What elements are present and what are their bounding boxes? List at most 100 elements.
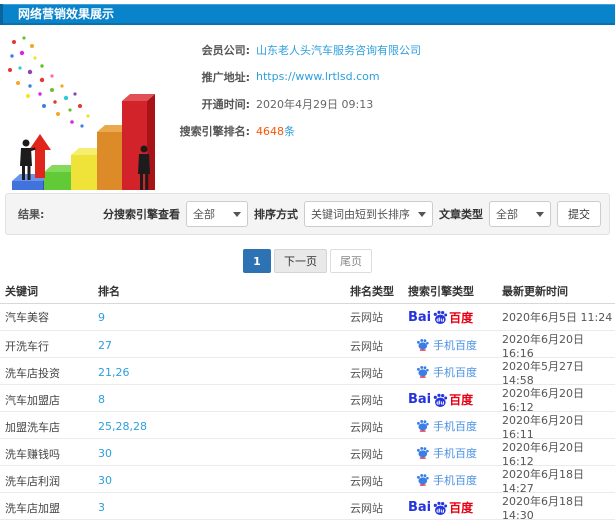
rank-cell[interactable]: 30	[98, 447, 350, 460]
svg-text:du: du	[436, 508, 444, 514]
engine-cell: Bai du 百度	[408, 499, 502, 516]
keyword-cell: 洗车店投资	[5, 366, 60, 380]
rank-type-cell: 云网站	[350, 366, 383, 380]
article-type-value: 全部	[496, 208, 518, 221]
rank-cell[interactable]: 21,26	[98, 366, 350, 379]
rank-type-cell: 云网站	[350, 339, 383, 353]
header-rank-type: 排名类型	[350, 285, 394, 298]
mobile-baidu-icon: 手机百度	[416, 472, 477, 488]
rank-type-cell: 云网站	[350, 447, 383, 461]
baidu-paw-icon	[417, 447, 429, 459]
engine-filter-label: 分搜索引擎查看	[103, 208, 180, 221]
rank-cell[interactable]: 30	[98, 474, 350, 487]
baidu-paw-icon	[417, 339, 429, 351]
table-row: 洗车店加盟 3 云网站 Bai du 百度 2020年6月18日 14:30	[0, 493, 615, 522]
keyword-cell: 洗车赚钱吗	[5, 447, 60, 461]
bar-red	[122, 94, 155, 190]
chevron-down-icon	[233, 211, 241, 217]
rank-cell[interactable]: 8	[98, 393, 350, 406]
open-time-label: 开通时间:	[201, 97, 250, 111]
rank-cell[interactable]: 27	[98, 339, 350, 352]
results-table: 关键词 排名 排名类型 搜索引擎类型 最新更新时间 汽车美容 9 云网站 Bai…	[0, 279, 615, 522]
update-time-cell: 2020年6月5日 11:24	[502, 311, 613, 324]
mobile-baidu-icon: 手机百度	[416, 445, 477, 461]
update-time-cell: 2020年6月18日 14:27	[502, 468, 584, 495]
table-body: 汽车美容 9 云网站 Bai du 百度 2020年6月5日 11:24 开洗车…	[0, 304, 615, 522]
last-page-button[interactable]: 尾页	[330, 249, 372, 273]
mobile-baidu-icon: 手机百度	[416, 337, 477, 353]
info-row-url: 推广地址: https://www.lrtlsd.com	[158, 63, 421, 90]
keyword-cell: 汽车美容	[5, 311, 49, 324]
filter-bar: 结果: 分搜索引擎查看 全部 排序方式 关键词由短到长排序 文章类型 全部 提交	[5, 193, 610, 235]
update-time-cell: 2020年6月20日 16:12	[502, 387, 584, 414]
sort-value: 关键词由短到长排序	[311, 208, 410, 221]
mobile-baidu-icon: 手机百度	[416, 364, 477, 380]
header-rank: 排名	[98, 285, 120, 298]
header-update-time: 最新更新时间	[502, 285, 568, 298]
table-header-row: 关键词 排名 排名类型 搜索引擎类型 最新更新时间	[0, 279, 615, 304]
baidu-paw-icon: du	[433, 310, 448, 324]
open-time-value: 2020年4月29日 09:13	[256, 97, 374, 111]
submit-button[interactable]: 提交	[557, 201, 601, 227]
engine-cell: 手机百度	[408, 445, 502, 463]
article-type-label: 文章类型	[439, 208, 483, 221]
update-time-cell: 2020年6月20日 16:12	[502, 441, 584, 468]
engine-cell: 手机百度	[408, 418, 502, 436]
update-time-cell: 2020年6月20日 16:11	[502, 414, 584, 441]
chevron-down-icon	[536, 211, 544, 217]
header-bar: 网络营销效果展示	[0, 4, 615, 25]
svg-text:du: du	[436, 318, 444, 324]
page: { "header": { "title": "网络营销效果展示" }, "in…	[0, 0, 615, 522]
filter-controls: 分搜索引擎查看 全部 排序方式 关键词由短到长排序 文章类型 全部 提交	[103, 201, 601, 227]
info-row-open-time: 开通时间: 2020年4月29日 09:13	[158, 90, 421, 117]
page-title: 网络营销效果展示	[18, 7, 115, 21]
rank-type-cell: 云网站	[350, 311, 383, 324]
header-keyword: 关键词	[5, 285, 38, 298]
pagination: 1 下一页 尾页	[0, 249, 615, 273]
table-row: 洗车店利润 30 云网站 手机百度 2020年6月18日 14:27	[0, 466, 615, 495]
rank-cell[interactable]: 9	[98, 311, 350, 324]
promotion-url-link[interactable]: https://www.lrtlsd.com	[256, 70, 380, 83]
keyword-cell: 洗车店利润	[5, 474, 60, 488]
url-label: 推广地址:	[201, 70, 250, 84]
engine-cell: Bai du 百度	[408, 309, 502, 326]
baidu-logo: Bai du 百度	[408, 309, 474, 325]
member-info: 会员公司: 山东老人头汽车服务咨询有限公司 推广地址: https://www.…	[158, 36, 421, 144]
company-label: 会员公司:	[201, 43, 250, 57]
rank-count-value: 4648条	[256, 123, 295, 139]
keyword-cell: 开洗车行	[5, 339, 49, 353]
svg-text:du: du	[436, 400, 444, 406]
table-row: 洗车赚钱吗 30 云网站 手机百度 2020年6月20日 16:12	[0, 439, 615, 468]
update-time-cell: 2020年6月18日 14:30	[502, 495, 584, 522]
article-type-select[interactable]: 全部	[489, 201, 551, 227]
confetti-dots	[8, 36, 90, 128]
company-link[interactable]: 山东老人头汽车服务咨询有限公司	[256, 42, 421, 58]
rank-count-number: 4648	[256, 124, 284, 138]
rank-type-cell: 云网站	[350, 501, 383, 515]
baidu-paw-icon: du	[433, 501, 448, 515]
baidu-paw-icon	[417, 420, 429, 432]
baidu-paw-icon: du	[433, 393, 448, 407]
result-label: 结果:	[18, 208, 45, 221]
rank-cell[interactable]: 3	[98, 501, 350, 514]
rank-count-label: 搜索引擎排名:	[179, 124, 250, 138]
mobile-baidu-icon: 手机百度	[416, 418, 477, 434]
next-page-button[interactable]: 下一页	[274, 249, 327, 273]
page-1-button[interactable]: 1	[243, 249, 271, 273]
keyword-cell: 加盟洗车店	[5, 420, 60, 434]
header-engine-type: 搜索引擎类型	[408, 285, 474, 298]
baidu-paw-icon	[417, 366, 429, 378]
info-row-rank-count: 搜索引擎排名: 4648条	[158, 117, 421, 144]
rank-type-cell: 云网站	[350, 474, 383, 488]
sort-select[interactable]: 关键词由短到长排序	[304, 201, 433, 227]
rank-type-cell: 云网站	[350, 420, 383, 434]
rank-cell[interactable]: 25,28,28	[98, 420, 350, 433]
engine-filter-select[interactable]: 全部	[186, 201, 248, 227]
table-row: 洗车店投资 21,26 云网站 手机百度 2020年5月27日 14:58	[0, 358, 615, 387]
keyword-cell: 汽车加盟店	[5, 393, 60, 407]
table-row: 汽车加盟店 8 云网站 Bai du 百度 2020年6月20日 16:12	[0, 385, 615, 414]
info-row-company: 会员公司: 山东老人头汽车服务咨询有限公司	[158, 36, 421, 63]
engine-filter-value: 全部	[193, 208, 215, 221]
engine-cell: 手机百度	[408, 472, 502, 490]
baidu-logo: Bai du 百度	[408, 500, 474, 515]
